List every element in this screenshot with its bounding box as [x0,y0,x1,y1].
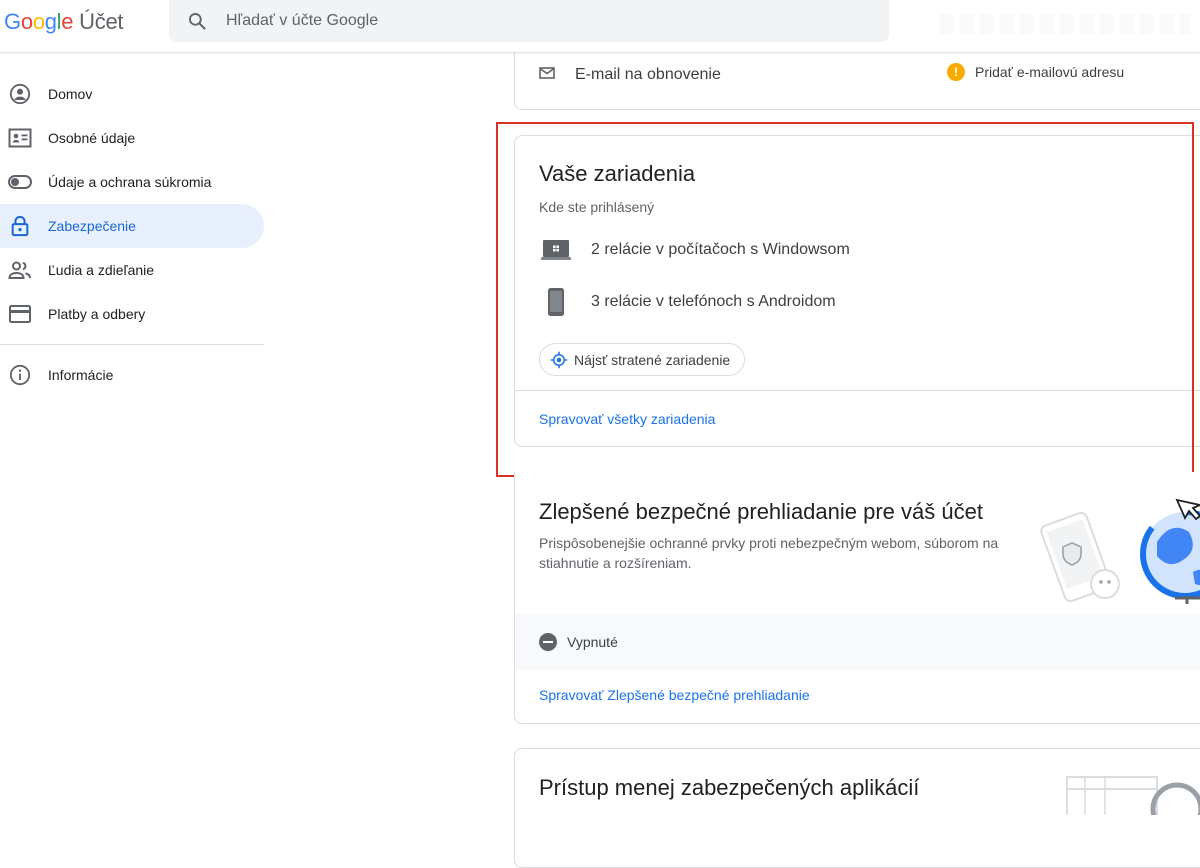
less-secure-apps-illustration [1066,776,1200,815]
sidebar-item-personal-info[interactable]: Osobné údaje [0,116,264,160]
sidebar-item-payments[interactable]: Platby a odbery [0,292,264,336]
search-icon[interactable] [187,11,207,31]
less-secure-apps-title: Prístup menej zabezpečených aplikácií [539,775,920,800]
logo-letter: G [4,9,21,34]
logo-letter: o [20,9,33,34]
highlight-annotation [496,122,1194,477]
logo-letter: g [44,9,57,34]
search-box[interactable]: Hľadať v účte Google [169,0,889,42]
sidebar-item-home[interactable]: Domov [0,72,264,116]
sidebar-item-security[interactable]: Zabezpečenie [0,204,264,248]
lock-icon [8,214,32,238]
safe-browsing-illustration [1040,498,1200,604]
app-header: Google Účet Hľadať v účte Google [0,0,1200,52]
sidebar-item-label: Zabezpečenie [48,218,136,234]
warning-icon: ! [947,63,965,81]
id-card-icon [8,126,32,150]
safe-browsing-status-label: Vypnuté [567,634,618,650]
sidebar-item-label: Platby a odbery [48,306,146,322]
recovery-email-label: E-mail na obnovenie [575,66,721,83]
sidebar-item-label: Údaje a ochrana súkromia [48,174,212,190]
safe-browsing-description: Prispôsobenejšie ochranné prvky proti ne… [539,535,999,571]
safe-browsing-status: Vypnuté [515,614,1200,670]
sidebar-item-about[interactable]: Informácie [0,353,264,397]
sidebar-nav: Domov Osobné údaje Údaje a ochrana súkro… [0,72,270,397]
safe-browsing-title: Zlepšené bezpečné prehliadanie pre váš ú… [539,499,983,524]
product-name: Účet [79,9,124,34]
less-secure-apps-card: Prístup menej zabezpečených aplikácií [514,748,1200,868]
add-recovery-email-label: Pridať e-mailovú adresu [975,64,1125,80]
info-icon [8,363,32,387]
sidebar-item-label: Ľudia a zdieľanie [48,262,155,278]
search-input[interactable]: Hľadať v účte Google [226,12,378,30]
enhanced-safe-browsing-card: Zlepšené bezpečné prehliadanie pre váš ú… [514,472,1200,724]
logo-letter: e [61,9,74,34]
credit-card-icon [8,302,32,326]
add-recovery-email[interactable]: ! Pridať e-mailovú adresu [947,63,1124,81]
logo-letter: o [32,9,45,34]
people-icon [8,258,32,282]
manage-safe-browsing-link[interactable]: Spravovať Zlepšené bezpečné prehliadanie [539,687,810,703]
account-circle-icon [8,82,32,106]
sidebar-divider [0,344,264,345]
mail-icon [539,66,557,84]
google-account-logo[interactable]: Google Účet [4,9,124,35]
sidebar-item-label: Domov [48,86,93,102]
account-controls-blurred [940,14,1190,34]
sidebar-item-label: Informácie [48,367,114,383]
sidebar-item-label: Osobné údaje [48,130,136,146]
toggle-icon [8,170,32,194]
disabled-icon [539,633,557,651]
sidebar-item-data-privacy[interactable]: Údaje a ochrana súkromia [0,160,264,204]
sidebar-item-people-sharing[interactable]: Ľudia a zdieľanie [0,248,264,292]
